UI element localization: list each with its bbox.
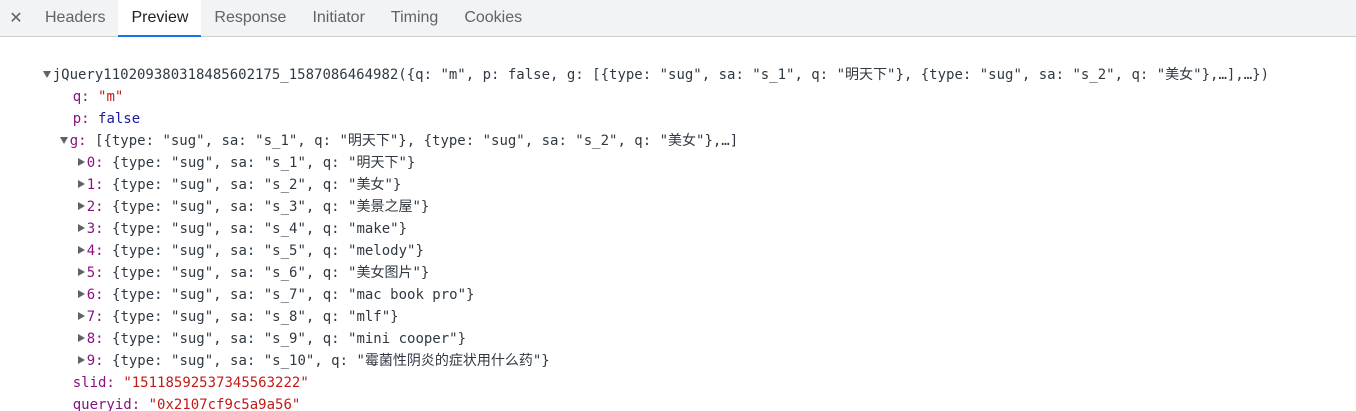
tree-row-queryid[interactable]: queryid: "0x2107cf9c5a9a56" xyxy=(39,372,301,411)
tree-row-g-item[interactable]: 1: {type: "sug", sa: "s_2", q: "美女"} xyxy=(44,152,401,193)
tree-row-g-item[interactable]: 4: {type: "sug", sa: "s_5", q: "melody"} xyxy=(44,218,424,259)
tree-row-g-item[interactable]: 3: {type: "sug", sa: "s_4", q: "make"} xyxy=(44,196,407,237)
tab-initiator[interactable]: Initiator xyxy=(299,0,377,36)
tab-response[interactable]: Response xyxy=(201,0,299,36)
tab-cookies[interactable]: Cookies xyxy=(451,0,535,36)
tree-row-g[interactable]: g: [{type: "sug", sa: "s_1", q: "明天下"}, … xyxy=(26,108,738,149)
preview-tree: jQuery110209380318485602175_158708646498… xyxy=(0,37,1356,411)
tree-row-g-item[interactable]: 6: {type: "sug", sa: "s_7", q: "mac book… xyxy=(44,262,474,303)
tab-timing[interactable]: Timing xyxy=(378,0,451,36)
tree-row-slid[interactable]: slid: "15118592537345563222" xyxy=(39,350,309,391)
tree-row-q[interactable]: q: "m" xyxy=(39,64,124,105)
property-value: "0x2107cf9c5a9a56" xyxy=(148,397,301,411)
tree-row-g-item[interactable]: 8: {type: "sug", sa: "s_9", q: "mini coo… xyxy=(44,306,466,347)
tab-headers[interactable]: Headers xyxy=(32,0,118,36)
tree-row-g-item[interactable]: 5: {type: "sug", sa: "s_6", q: "美女图片"} xyxy=(44,240,429,281)
tree-row-g-item[interactable]: 2: {type: "sug", sa: "s_3", q: "美景之屋"} xyxy=(44,174,429,215)
tree-row-g-item[interactable]: 7: {type: "sug", sa: "s_8", q: "mlf"} xyxy=(44,284,399,325)
tree-row-p[interactable]: p: false xyxy=(39,86,140,127)
tree-row-root[interactable]: jQuery110209380318485602175_158708646498… xyxy=(9,42,1269,83)
property-key: queryid: xyxy=(72,397,141,411)
root-summary: jQuery110209380318485602175_158708646498… xyxy=(52,67,1270,83)
tab-preview[interactable]: Preview xyxy=(118,0,202,37)
devtools-tab-bar: ✕ Headers Preview Response Initiator Tim… xyxy=(0,0,1356,37)
close-icon[interactable]: ✕ xyxy=(0,0,32,36)
tree-row-g-item[interactable]: 9: {type: "sug", sa: "s_10", q: "霉菌性阴炎的症… xyxy=(44,328,550,369)
tree-row-g-item[interactable]: 0: {type: "sug", sa: "s_1", q: "明天下"} xyxy=(44,130,415,171)
